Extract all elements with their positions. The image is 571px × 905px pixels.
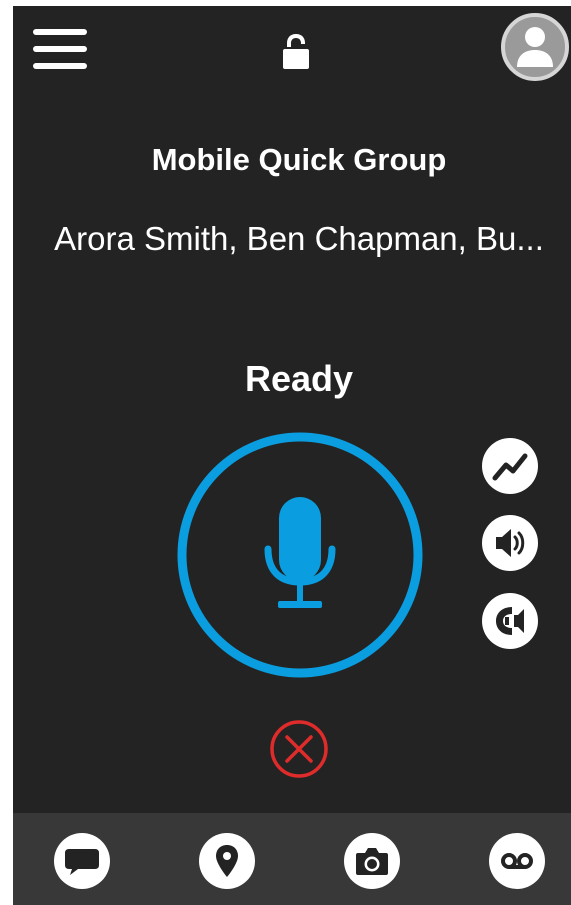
app-screen: Mobile Quick Group Arora Smith, Ben Chap… [13,6,571,905]
call-status: Ready [244,358,354,399]
signal-chart-button[interactable] [482,438,538,494]
group-members: Arora Smith, Ben Chapman, Bu... [54,220,544,257]
ear-speaker-icon [496,607,524,635]
user-avatar-icon [517,27,553,67]
cancel-button[interactable] [269,719,329,779]
speaker-volume-button[interactable] [482,515,538,571]
push-to-talk-button[interactable] [176,431,424,679]
location-pin-icon [216,845,238,877]
user-avatar-button[interactable] [501,13,569,81]
chat-bubble-icon [65,849,99,875]
voicemail-button[interactable] [489,833,545,889]
chat-button[interactable] [54,833,110,889]
camera-button[interactable] [344,833,400,889]
bottom-nav-bar [13,813,571,905]
group-name: Mobile Quick Group [151,142,447,177]
cancel-x-icon [270,720,328,778]
camera-icon [356,848,388,875]
voicemail-icon [501,853,533,869]
signal-chart-icon [492,453,528,481]
ear-speaker-button[interactable] [482,593,538,649]
location-button[interactable] [199,833,255,889]
unlocked-padlock-icon[interactable] [281,32,311,70]
microphone-icon [177,432,423,678]
speaker-volume-icon [496,529,525,557]
menu-button[interactable] [33,27,89,71]
